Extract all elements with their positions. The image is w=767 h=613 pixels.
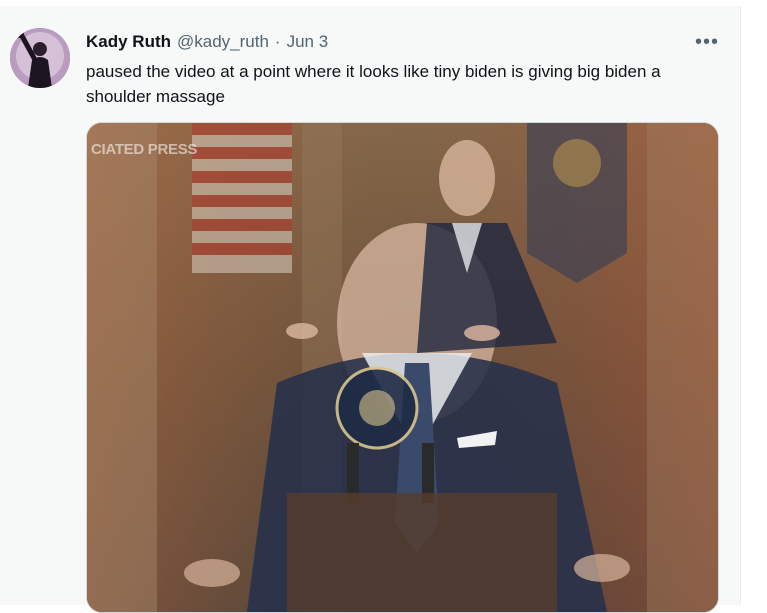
more-horizontal-icon: ••• [694,30,719,53]
media-photo [87,123,718,612]
tweet[interactable]: Kady Ruth @kady_ruth · Jun 3 ••• paused … [0,6,741,613]
more-options-button[interactable]: ••• [690,30,724,54]
separator-dot: · [274,32,281,51]
tweet-text: paused the video at a point where it loo… [86,62,661,106]
tweet-date[interactable]: Jun 3 [287,32,329,52]
tweet-header: Kady Ruth @kady_ruth · Jun 3 [86,30,328,54]
user-handle[interactable]: @kady_ruth [177,32,269,52]
avatar[interactable] [10,28,70,88]
display-name[interactable]: Kady Ruth [86,32,171,52]
avatar-image [10,28,70,88]
tweet-media-image[interactable]: CIATED PRESS [86,122,719,613]
media-watermark: CIATED PRESS [91,141,198,158]
